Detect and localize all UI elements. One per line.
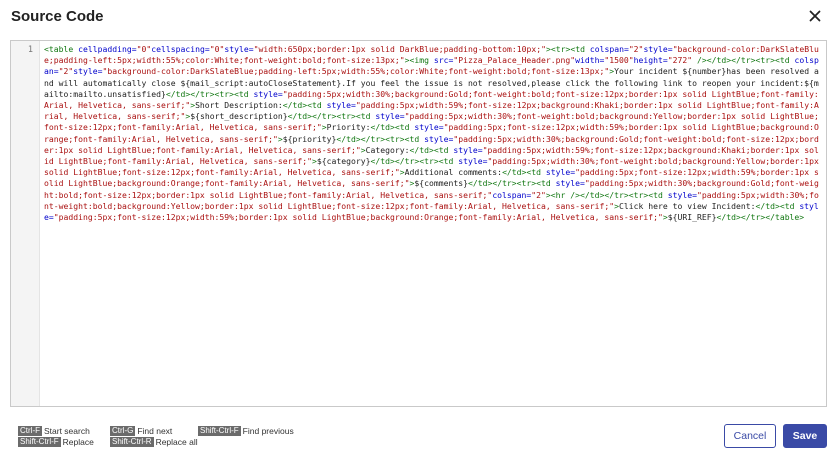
code-value: "0" [209,44,225,54]
code-tag: ><tr><td [545,44,590,54]
code-tag: </td><td [755,200,800,211]
shortcut-find-previous: Shift-Ctrl-F Find previous [198,426,294,436]
code-attribute: src= [433,55,454,66]
code-text: Short Description: [195,100,283,111]
shortcuts-row-2: Shift-Ctrl-F Replace Shift-Ctrl-R Replac… [18,437,294,447]
code-text: Click here to view Incident: [619,200,756,211]
code-attribute: style= [555,178,585,189]
code-tag: </td><td [502,167,546,178]
code-attribute: style= [326,100,356,111]
code-value: "width:650px;border:1px solid DarkBlue;p… [253,44,546,54]
code-tag: ><img [404,55,434,66]
code-tag: /></td></tr><tr><td [692,55,795,66]
shortcuts-row-1: Ctrl-F Start search Ctrl-G Find next Shi… [18,426,294,436]
code-tag: </td></tr><tr><td [287,111,376,122]
code-text: ${short_description} [190,111,288,122]
code-attribute: style= [424,133,454,144]
code-attribute: style= [253,88,283,99]
code-value: "0" [136,44,152,54]
code-tag: </td></tr><tr><td [336,133,425,144]
code-tag: <table [44,44,79,54]
shortcut-key: Ctrl-F [18,426,42,436]
code-text: ${comments} [414,178,468,189]
code-tag: </td></tr><tr><td [370,156,459,167]
shortcut-replace: Shift-Ctrl-F Replace [18,437,110,447]
code-attribute: style= [224,44,254,54]
code-attribute: colspan= [589,44,629,54]
source-code-dialog: Source Code 1 <table cellpadding="0"cell… [0,0,837,453]
code-content[interactable]: <table cellpadding="0"cellspacing="0"sty… [41,44,824,223]
code-value: "2" [628,44,644,54]
code-attribute: style= [414,122,444,133]
code-attribute: style= [667,189,697,200]
code-tag: </td></tr><tr><td [165,88,254,99]
code-text: ${priority} [282,133,337,144]
shortcut-key: Shift-Ctrl-R [110,437,154,447]
shortcut-key: Ctrl-G [110,426,136,436]
shortcut-label: Find next [137,426,173,436]
code-value: "2" [58,66,74,77]
code-attribute: style= [458,156,488,167]
code-text: Additional comments: [404,167,503,178]
dialog-footer: Ctrl-F Start search Ctrl-G Find next Shi… [0,418,837,453]
code-tag: </td></tr><tr><td [467,178,556,189]
code-text: ${URI_REF} [667,212,717,223]
shortcut-key: Shift-Ctrl-F [198,426,241,436]
shortcut-label: Start search [44,426,90,436]
code-value: "Pizza_Palace_Header.png" [453,55,576,66]
shortcut-label: Replace [62,437,94,447]
code-value: "272" [667,55,693,66]
code-attribute: style= [643,44,673,54]
code-attribute: style= [73,66,103,77]
code-tag: </td><td [282,100,327,111]
dialog-header: Source Code [0,0,837,36]
code-text: Priority: [326,122,371,133]
line-number: 1 [27,45,33,55]
code-attribute: colspan= [492,189,532,200]
code-tag: ><hr /></td></tr><tr><td [545,189,668,200]
line-gutter: 1 [11,41,40,406]
code-text: Category: [365,144,410,155]
keyboard-shortcuts: Ctrl-F Start search Ctrl-G Find next Shi… [18,426,294,448]
code-value: "1500" [604,55,634,66]
cancel-button[interactable]: Cancel [724,424,776,448]
code-tag: </td><td [370,122,415,133]
code-attribute: cellpadding= [78,44,137,54]
code-attribute: width= [575,55,605,66]
shortcut-label: Replace all [155,437,198,447]
dialog-title: Source Code [11,8,104,25]
save-button[interactable]: Save [783,424,827,448]
code-text: ${category} [316,156,371,167]
code-value: "background-color:DarkSlateBlue;padding-… [102,66,610,77]
shortcut-key: Shift-Ctrl-F [18,437,61,447]
shortcut-start-search: Ctrl-F Start search [18,426,110,436]
code-attribute: style= [453,144,483,155]
code-editor[interactable]: 1 <table cellpadding="0"cellspacing="0"s… [10,40,827,407]
code-attribute: style= [545,167,576,178]
code-attribute: style= [375,111,405,122]
code-attribute: cellspacing= [151,44,210,54]
code-tag: </td></tr></table> [716,212,805,223]
shortcut-find-next: Ctrl-G Find next [110,426,198,436]
shortcut-label: Find previous [242,426,294,436]
code-tag: </td><td [409,144,454,155]
code-value: "2" [531,189,546,200]
close-icon[interactable] [807,8,823,24]
shortcut-replace-all: Shift-Ctrl-R Replace all [110,437,198,447]
code-attribute: height= [633,55,668,66]
code-value: "padding:5px;font-size:12px;width:59%;bo… [53,212,663,223]
